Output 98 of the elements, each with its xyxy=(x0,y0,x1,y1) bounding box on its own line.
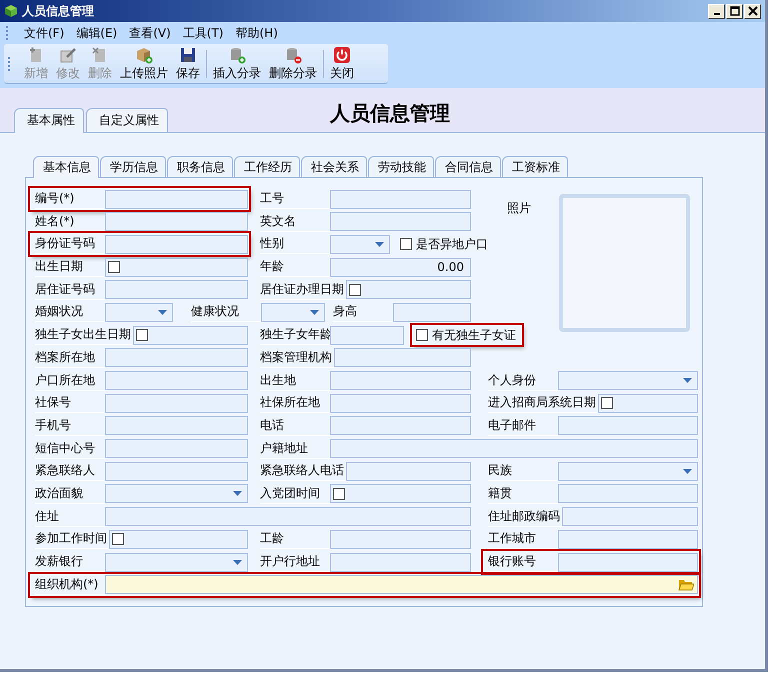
tab[interactable]: 劳动技能 xyxy=(368,156,434,177)
dropdown-field[interactable] xyxy=(330,234,390,254)
input-field[interactable] xyxy=(330,371,471,390)
input-field[interactable] xyxy=(105,212,248,232)
tab[interactable]: 社会关系 xyxy=(301,156,367,177)
checkbox-label: 是否异地户口 xyxy=(416,236,488,253)
input-field[interactable] xyxy=(346,462,471,481)
toolbar-button[interactable]: 保存 xyxy=(172,44,204,84)
checkbox[interactable] xyxy=(108,261,120,274)
date-field[interactable] xyxy=(105,258,248,277)
maximize-button[interactable] xyxy=(726,4,743,18)
lookup-field[interactable] xyxy=(105,575,698,594)
dropdown-arrow-icon xyxy=(233,491,242,496)
input-field[interactable] xyxy=(558,530,698,549)
input-field[interactable] xyxy=(558,552,698,572)
toolbar-button[interactable]: 删除分录 xyxy=(265,44,321,84)
input-field[interactable] xyxy=(330,190,471,208)
checkbox[interactable] xyxy=(349,284,361,296)
menu-item[interactable]: 查看(V) xyxy=(123,24,177,42)
checkbox-label: 有无独生子女证 xyxy=(432,326,516,344)
dropdown-field[interactable] xyxy=(558,462,698,481)
dropdown-field[interactable] xyxy=(105,484,248,504)
input-field[interactable] xyxy=(105,416,248,436)
checkbox[interactable] xyxy=(400,238,412,250)
input-field[interactable] xyxy=(105,439,248,458)
tab[interactable]: 自定义属性 xyxy=(86,108,168,132)
input-field[interactable] xyxy=(330,394,471,413)
input-field[interactable] xyxy=(105,462,248,481)
minimize-button[interactable] xyxy=(708,4,725,18)
input-field[interactable] xyxy=(105,507,471,526)
dropdown-arrow-icon xyxy=(683,468,692,474)
dropdown-field[interactable] xyxy=(558,371,698,390)
input-field[interactable] xyxy=(105,371,248,390)
tab[interactable]: 职务信息 xyxy=(167,156,233,177)
power-icon xyxy=(333,46,351,64)
input-field[interactable] xyxy=(330,416,471,436)
input-field[interactable] xyxy=(105,348,248,368)
checkbox[interactable] xyxy=(136,329,148,342)
input-field[interactable] xyxy=(105,190,248,208)
folder-icon[interactable] xyxy=(678,578,694,592)
input-field[interactable] xyxy=(562,507,698,526)
dropdown-arrow-icon xyxy=(233,560,242,564)
tab[interactable]: 学历信息 xyxy=(100,156,166,177)
menu-item[interactable]: 文件(F) xyxy=(18,24,70,42)
input-field[interactable] xyxy=(334,348,471,368)
dropdown-field[interactable] xyxy=(261,302,325,322)
cube-icon xyxy=(4,4,18,18)
input-field[interactable] xyxy=(105,234,248,254)
window-title: 人员信息管理 xyxy=(22,2,95,20)
menu-item[interactable]: 工具(T) xyxy=(176,24,230,42)
input-field[interactable] xyxy=(330,530,471,549)
photo-frame[interactable] xyxy=(559,194,690,332)
input-field[interactable] xyxy=(330,552,471,572)
tab[interactable]: 基本信息 xyxy=(33,156,99,178)
field-label: 照片 xyxy=(507,200,531,216)
checkbox[interactable] xyxy=(601,397,613,410)
toolbar-button[interactable]: 关闭 xyxy=(326,44,358,84)
date-field[interactable] xyxy=(109,530,248,549)
date-field[interactable] xyxy=(330,484,471,504)
input-field[interactable] xyxy=(558,416,698,436)
database-minus-icon xyxy=(284,46,302,64)
close-icon xyxy=(748,6,758,16)
maximize-icon xyxy=(730,6,740,16)
input-field[interactable] xyxy=(330,326,404,345)
dropdown-arrow-icon xyxy=(375,242,384,247)
date-field[interactable] xyxy=(133,326,248,345)
menu-item[interactable]: 帮助(H) xyxy=(230,24,284,42)
package-plus-icon xyxy=(135,46,153,64)
tab[interactable]: 工作经历 xyxy=(234,156,300,177)
toolbar-button[interactable]: 插入分录 xyxy=(209,44,265,84)
input-field[interactable]: 0.00 xyxy=(330,258,471,277)
input-field[interactable] xyxy=(105,280,248,300)
dropdown-arrow-icon xyxy=(310,310,319,315)
pencil-icon xyxy=(59,46,77,64)
input-field[interactable] xyxy=(330,212,471,232)
input-field[interactable] xyxy=(393,302,471,322)
input-field[interactable] xyxy=(558,484,698,504)
input-field[interactable] xyxy=(330,439,698,458)
menu-item[interactable]: 编辑(E) xyxy=(70,24,124,42)
database-plus-icon xyxy=(228,46,246,64)
checkbox[interactable] xyxy=(333,488,345,500)
date-field[interactable] xyxy=(598,394,698,413)
input-field[interactable] xyxy=(105,394,248,413)
minimize-icon xyxy=(714,13,720,15)
close-button[interactable] xyxy=(744,4,761,18)
page-heading: 人员信息管理 xyxy=(330,100,450,127)
checkbox[interactable] xyxy=(416,329,428,342)
tab[interactable]: 基本属性 xyxy=(14,108,84,133)
toolbar-button[interactable]: 上传照片 xyxy=(116,44,172,84)
dropdown-arrow-icon xyxy=(158,310,167,315)
dropdown-field[interactable] xyxy=(105,302,173,322)
date-field[interactable] xyxy=(346,280,471,300)
field-value: 0.00 xyxy=(437,260,465,274)
tab[interactable]: 合同信息 xyxy=(435,156,501,177)
tab[interactable]: 工资标准 xyxy=(502,156,568,177)
dropdown-field[interactable] xyxy=(105,552,248,572)
checkbox[interactable] xyxy=(112,533,124,546)
dropdown-arrow-icon xyxy=(683,378,692,383)
